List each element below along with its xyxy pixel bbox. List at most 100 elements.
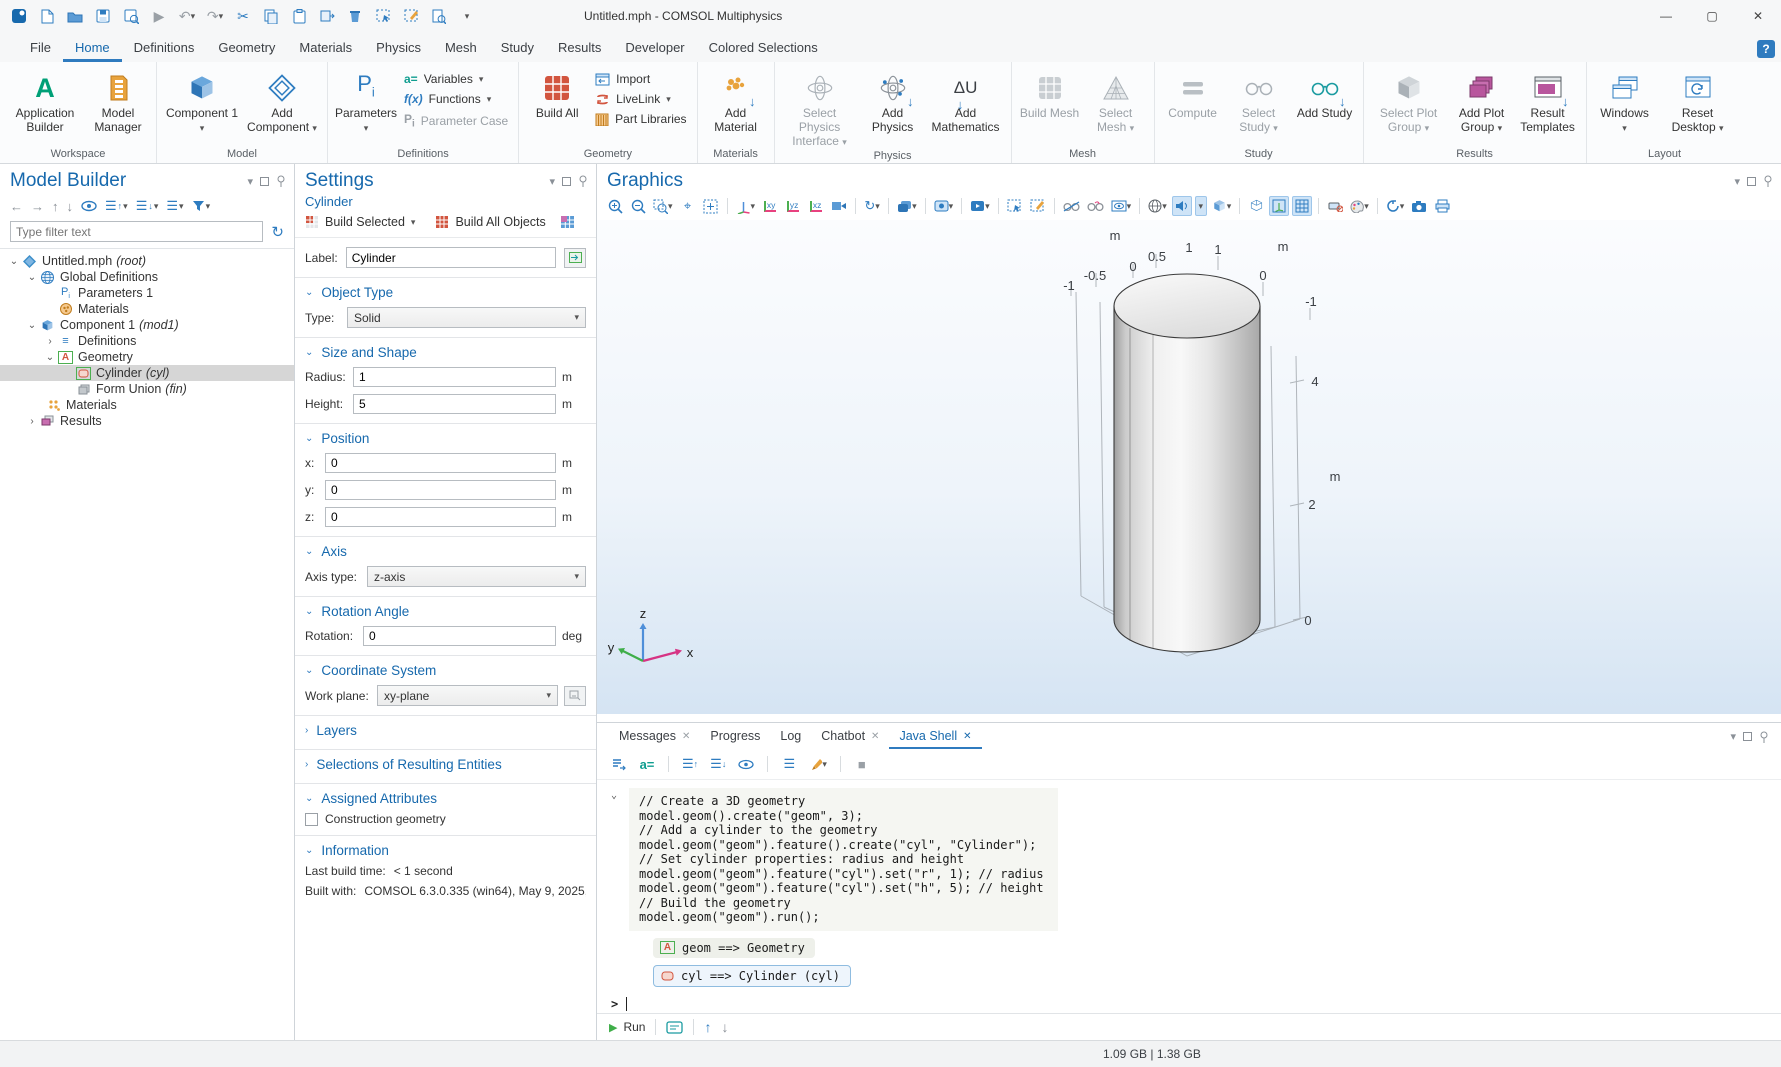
section-header[interactable]: ⌄Axis [305,544,586,559]
sound-feedback-icon[interactable] [1172,196,1192,216]
tab-java-shell[interactable]: Java Shell✕ [889,725,981,749]
build-mesh-button[interactable]: Build Mesh [1018,68,1082,120]
add-study-button[interactable]: ↓ Add Study [1293,68,1357,120]
tab-definitions[interactable]: Definitions [122,34,207,62]
tab-geometry[interactable]: Geometry [206,34,287,62]
compute-button[interactable]: Compute [1161,68,1225,120]
cut-button[interactable]: ✂ [230,4,256,28]
customize-toolbar-button[interactable]: ▾ [454,4,480,28]
rotate-icon[interactable]: ↻▾ [862,196,882,216]
parameter-case-button[interactable]: Pi Parameter Case [404,112,508,129]
section-header[interactable]: ⌄Rotation Angle [305,604,586,619]
tree-item-component-1[interactable]: ⌄ Component 1(mod1) [0,317,294,333]
go-to-default-view-icon[interactable]: ▾ [734,196,758,216]
panel-menu-icon[interactable]: ▾ [247,175,253,188]
java-shell-console[interactable]: ⌄ // Create a 3D geometry model.geom().c… [597,780,1781,1013]
deselect-button[interactable] [398,4,424,28]
paste-button[interactable] [286,4,312,28]
component-1-button[interactable]: Component 1 ▾ [163,68,241,135]
select-plot-group-button[interactable]: Select Plot Group ▾ [1370,68,1448,135]
select-physics-interface-button[interactable]: Select Physics Interface ▾ [781,68,859,149]
pin-icon[interactable] [1763,175,1773,187]
forward-arrow-icon[interactable]: → [31,199,44,214]
run-button[interactable]: ▶ Run [609,1020,645,1034]
animation-player-icon[interactable]: ▾ [968,196,992,216]
select-study-button[interactable]: Select Study ▾ [1227,68,1291,135]
radius-input[interactable] [353,367,556,387]
filter-icon[interactable]: ▾ [192,200,211,212]
tree-item-form-union[interactable]: Form Union(fin) [0,381,294,397]
snapshot-icon[interactable] [1409,196,1429,216]
section-header[interactable]: ›Layers [305,723,586,738]
tab-materials[interactable]: Materials [287,34,364,62]
find-button[interactable] [426,4,452,28]
maximize-button[interactable]: ▢ [1689,0,1735,32]
material-rendering-icon[interactable]: ▾ [1348,196,1371,216]
height-input[interactable] [353,394,556,414]
wireframe-icon[interactable] [1246,196,1266,216]
position-y-input[interactable] [325,480,556,500]
panel-menu-icon[interactable]: ▾ [549,175,555,188]
zoom-to-selection-icon[interactable] [701,196,721,216]
functions-button[interactable]: f(x) Functions▾ [404,92,508,106]
view-hidden-icon[interactable]: ▾ [1109,196,1134,216]
hide-labels-icon[interactable] [1325,196,1345,216]
back-arrow-icon[interactable]: ← [10,199,23,214]
select-box-button[interactable] [370,4,396,28]
tab-home[interactable]: Home [63,34,122,62]
print-icon[interactable] [1432,196,1452,216]
axis-type-select[interactable]: z-axis▾ [367,566,586,587]
pin-icon[interactable] [276,175,286,187]
deselect-box-icon[interactable] [1028,196,1048,216]
close-tab-icon[interactable]: ✕ [871,731,879,742]
minimize-button[interactable]: — [1643,0,1689,32]
tab-developer[interactable]: Developer [613,34,696,62]
tab-progress[interactable]: Progress [700,725,770,749]
add-mathematics-button[interactable]: ΔU ↓ Add Mathematics [927,68,1005,134]
tab-results[interactable]: Results [546,34,613,62]
float-panel-icon[interactable] [562,177,571,186]
close-button[interactable]: ✕ [1735,0,1781,32]
import-button[interactable]: Import [595,72,686,86]
tab-colored-selections[interactable]: Colored Selections [697,34,830,62]
object-type-select[interactable]: Solid▾ [347,307,586,328]
next-command-icon[interactable]: ↓ [721,1019,728,1035]
application-builder-button[interactable]: A Application Builder [6,68,84,134]
reset-desktop-button[interactable]: Reset Desktop ▾ [1659,68,1737,135]
save-button[interactable] [90,4,116,28]
code-fold-icon[interactable]: ⌄ [611,788,629,931]
go-to-xy-view-icon[interactable]: xy [760,196,780,216]
section-header[interactable]: ⌄Assigned Attributes [305,791,586,806]
export-code-icon[interactable] [609,754,629,774]
previous-command-icon[interactable]: ↑ [704,1019,711,1035]
tab-mesh[interactable]: Mesh [433,34,489,62]
add-material-button[interactable]: ↓ Add Material [704,68,768,134]
build-all-objects-button[interactable]: Build All Objects [455,215,545,229]
node-text-icon[interactable]: ☰▾ [166,198,183,214]
float-panel-icon[interactable] [1747,177,1756,186]
add-physics-button[interactable]: ↓ Add Physics [861,68,925,134]
build-all-button[interactable]: Build All [525,68,589,120]
move-up-icon[interactable]: ↑ [52,199,59,214]
tree-item-root[interactable]: ⌄ Untitled.mph(root) [0,253,294,269]
hide-objects-icon[interactable] [1061,196,1082,216]
rotation-input[interactable] [363,626,556,646]
view-menu-globe-icon[interactable]: ▾ [1146,196,1169,216]
tree-item-geometry[interactable]: ⌄ A Geometry [0,349,294,365]
create-work-plane-button[interactable] [564,686,586,706]
duplicate-button[interactable] [314,4,340,28]
tab-file[interactable]: File [18,34,63,62]
result-templates-button[interactable]: ↓ Result Templates [1516,68,1580,134]
pin-icon[interactable] [578,175,588,187]
move-up-icon[interactable]: ☰↑ [680,754,700,774]
variables-icon[interactable]: a= [637,754,657,774]
graphics-view[interactable]: m -1 -0.5 0 0.5 1 1 m 0 -1 4 m 2 0 [597,220,1781,722]
section-header[interactable]: ⌄Object Type [305,285,586,300]
close-tab-icon[interactable]: ✕ [963,731,971,742]
section-header[interactable]: ⌄Coordinate System [305,663,586,678]
word-wrap-icon[interactable]: ☰ [779,754,799,774]
stop-icon[interactable]: ■ [852,754,872,774]
tree-item-global-definitions[interactable]: ⌄ Global Definitions [0,269,294,285]
part-libraries-button[interactable]: Part Libraries [595,112,686,126]
copy-button[interactable] [258,4,284,28]
